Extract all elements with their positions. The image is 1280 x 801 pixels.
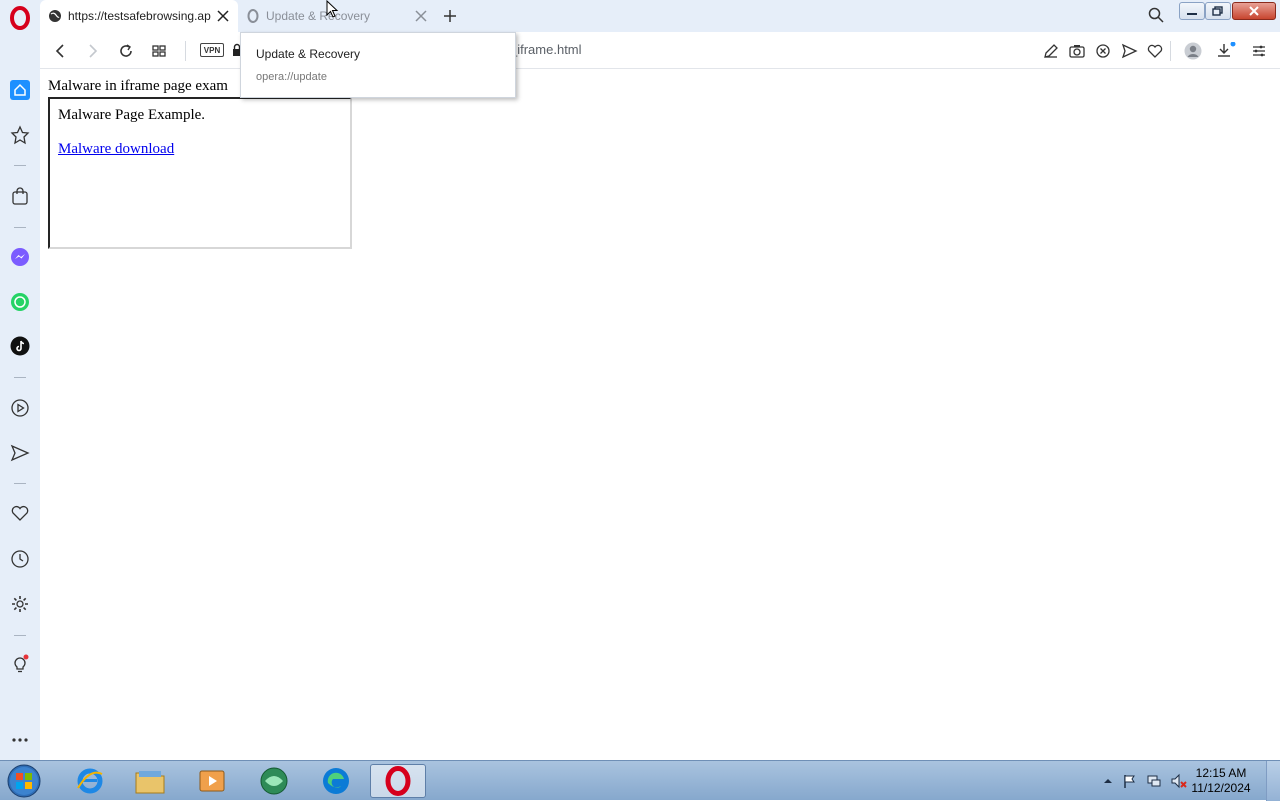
volume-muted-icon[interactable]: [1170, 773, 1187, 789]
opera-menu-icon[interactable]: [8, 6, 32, 30]
shopping-bag-icon[interactable]: [10, 186, 30, 206]
settings-gear-icon[interactable]: [10, 594, 30, 614]
iframe-text: Malware Page Example.: [58, 107, 206, 123]
tab-hover-tooltip: Update & Recovery opera://update: [240, 32, 516, 98]
easy-setup-menu-icon[interactable]: [1250, 42, 1268, 60]
minimize-button[interactable]: [1179, 2, 1205, 20]
home-speed-dial-icon[interactable]: [10, 80, 30, 100]
player-icon[interactable]: [10, 398, 30, 418]
edge-icon: [321, 766, 351, 796]
network-icon[interactable]: [1146, 773, 1162, 789]
tabs-grid-icon[interactable]: [150, 42, 168, 60]
tab-bar: https://testsafebrowsing.ap Update & Rec…: [0, 0, 1280, 32]
heart-bookmark-icon[interactable]: [1146, 42, 1164, 60]
tiktok-icon[interactable]: [10, 336, 30, 356]
page-heading: Malware in iframe page exam: [48, 78, 228, 94]
more-dots-icon[interactable]: [10, 730, 30, 750]
bookmarks-heart-icon[interactable]: [10, 503, 30, 523]
restore-button[interactable]: [1205, 2, 1231, 20]
back-icon[interactable]: [52, 42, 70, 60]
easy-setup-icon[interactable]: [1042, 42, 1060, 60]
malware-iframe: Malware Page Example. Malware download: [48, 97, 352, 249]
action-center-flag-icon[interactable]: [1122, 773, 1138, 789]
sidebar-separator: [14, 377, 26, 378]
tooltip-title: Update & Recovery: [256, 47, 361, 61]
malware-download-link[interactable]: Malware download: [58, 141, 174, 158]
sidebar-separator: [14, 483, 26, 484]
show-hidden-icons-icon[interactable]: [1100, 773, 1116, 789]
windows-taskbar: 12:15 AM 11/12/2024: [0, 760, 1280, 801]
taskbar-opera[interactable]: [370, 764, 426, 798]
taskbar-media-player[interactable]: [184, 764, 240, 798]
clock-date: 11/12/2024: [1191, 781, 1251, 795]
media-player-icon: [197, 767, 227, 795]
clock-time: 12:15 AM: [1195, 766, 1247, 780]
tab-testsafebrowsing[interactable]: https://testsafebrowsing.ap: [40, 0, 238, 32]
adblock-icon[interactable]: [1094, 42, 1112, 60]
history-clock-icon[interactable]: [10, 549, 30, 569]
toolbar-divider: [1170, 41, 1171, 61]
taskbar-internet-explorer[interactable]: [62, 764, 118, 798]
folder-icon: [134, 767, 166, 795]
tips-lightbulb-icon[interactable]: [10, 654, 30, 674]
globe-icon: [48, 9, 62, 23]
messenger-icon[interactable]: [10, 247, 30, 267]
address-toolbar: VPN _iframe.html: [40, 32, 1280, 69]
pinboard-star-icon[interactable]: [10, 125, 30, 145]
profile-avatar-icon[interactable]: [1184, 42, 1202, 60]
sidebar: [0, 32, 40, 760]
internet-explorer-icon: [75, 766, 105, 796]
show-desktop-button[interactable]: [1266, 761, 1280, 801]
send-icon[interactable]: [1120, 42, 1138, 60]
vpn-badge[interactable]: VPN: [200, 43, 224, 57]
opera-tab-icon: [246, 9, 260, 23]
close-tab-icon[interactable]: [414, 9, 428, 23]
tooltip-url: opera://update: [256, 71, 327, 83]
close-window-button[interactable]: [1232, 2, 1276, 20]
snapshot-camera-icon[interactable]: [1068, 42, 1086, 60]
download-icon[interactable]: [1216, 42, 1236, 60]
sidebar-separator: [14, 635, 26, 636]
sidebar-separator: [14, 227, 26, 228]
send-flow-icon[interactable]: [10, 443, 30, 463]
forward-icon[interactable]: [83, 42, 101, 60]
reload-icon[interactable]: [117, 42, 135, 60]
taskbar-edge[interactable]: [308, 764, 364, 798]
green-globe-icon: [259, 766, 289, 796]
new-tab-icon[interactable]: [442, 8, 458, 24]
taskbar-file-explorer[interactable]: [122, 764, 178, 798]
start-button[interactable]: [4, 763, 44, 799]
tab-title: https://testsafebrowsing.ap: [68, 9, 211, 23]
search-tabs-icon[interactable]: [1147, 6, 1165, 24]
close-tab-icon[interactable]: [216, 9, 230, 23]
opera-icon: [383, 766, 413, 796]
taskbar-green-app[interactable]: [246, 764, 302, 798]
taskbar-clock[interactable]: 12:15 AM 11/12/2024: [1186, 766, 1256, 796]
url-field[interactable]: _iframe.html: [510, 42, 582, 57]
sidebar-separator: [14, 165, 26, 166]
toolbar-divider: [185, 41, 186, 61]
mouse-cursor-icon: [326, 0, 340, 20]
whatsapp-icon[interactable]: [10, 292, 30, 312]
